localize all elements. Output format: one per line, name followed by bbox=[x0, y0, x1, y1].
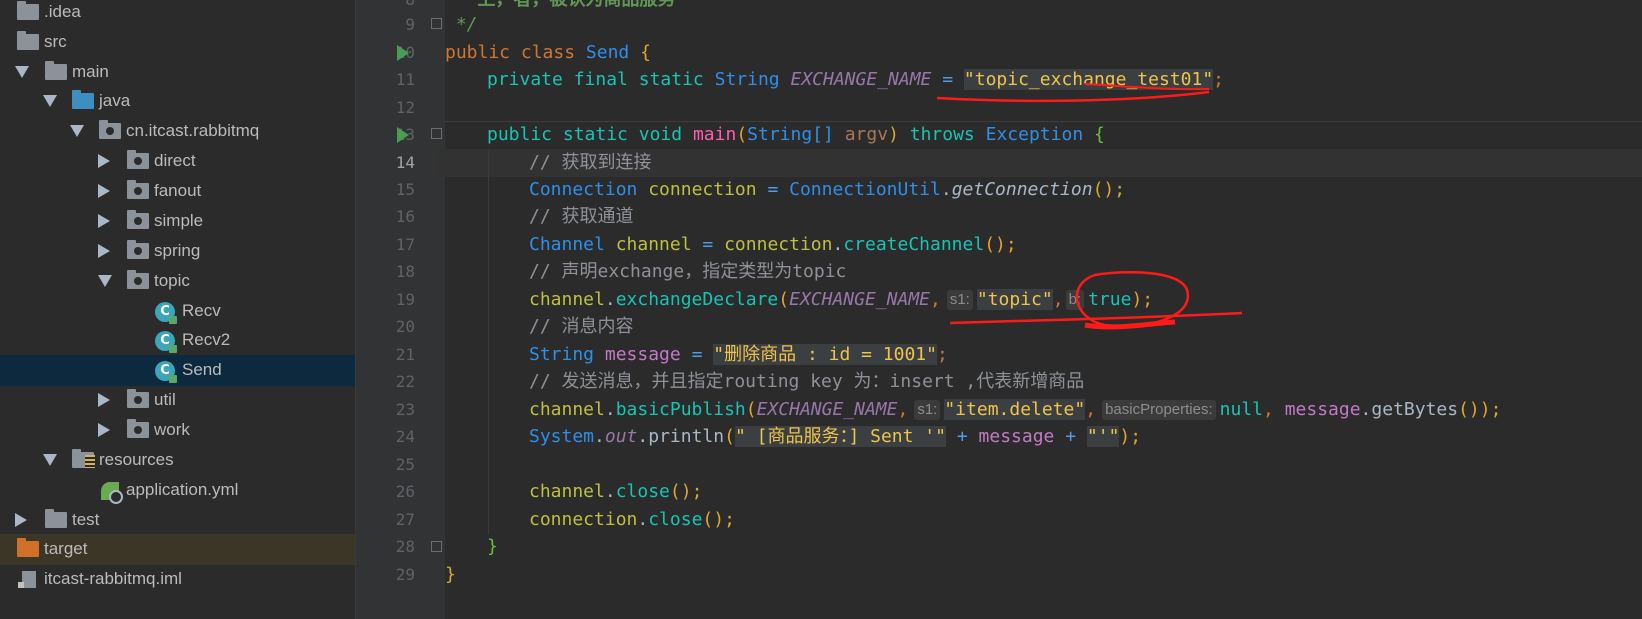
code-line-24: System.out.println(" [商品服务：] Sent '" + m… bbox=[529, 426, 1142, 447]
param-hint: s1: bbox=[946, 290, 973, 310]
line-number: 28 bbox=[395, 537, 415, 556]
code-line-14: // 获取到连接 bbox=[529, 152, 652, 173]
param-hint: s1: bbox=[914, 400, 941, 420]
line-number: 10 bbox=[395, 43, 415, 62]
code-line-21: String message = "删除商品 : id = 1001"; bbox=[529, 344, 948, 365]
line-number: 19 bbox=[395, 290, 415, 309]
code-editor[interactable]: 上，者，被认为商品服务 */ public class Send { priva… bbox=[437, 0, 1642, 619]
line-number: 21 bbox=[395, 345, 415, 364]
code-line-11: private final static String EXCHANGE_NAM… bbox=[487, 69, 1224, 90]
code-line-28: } bbox=[487, 536, 498, 557]
line-number: 20 bbox=[395, 317, 415, 336]
line-number: 29 bbox=[395, 565, 415, 584]
run-main-icon[interactable] bbox=[397, 127, 409, 143]
line-number-current: 14 bbox=[395, 153, 415, 172]
param-hint: basicProperties: bbox=[1102, 400, 1216, 420]
fold-marker-icon[interactable] bbox=[431, 18, 442, 29]
run-class-icon[interactable] bbox=[397, 45, 409, 61]
line-number: 27 bbox=[395, 510, 415, 529]
line-number: 12 bbox=[395, 98, 415, 117]
code-line-13: public static void main(String[] argv) t… bbox=[487, 124, 1105, 145]
line-number: 15 bbox=[395, 180, 415, 199]
code-line-15: Connection connection = ConnectionUtil.g… bbox=[529, 179, 1126, 200]
code-line-9: */ bbox=[445, 14, 478, 35]
code-line-23: channel.basicPublish(EXCHANGE_NAME, s1: "i… bbox=[529, 399, 1502, 420]
code-line-26: channel.close(); bbox=[529, 481, 703, 502]
line-number: 23 bbox=[395, 400, 415, 419]
indent-guide bbox=[488, 150, 489, 534]
code-line-10: public class Send { bbox=[445, 42, 651, 63]
line-number: 22 bbox=[395, 372, 415, 391]
line-number: 26 bbox=[395, 482, 415, 501]
code-line-19: channel.exchangeDeclare(EXCHANGE_NAME, s1… bbox=[529, 289, 1154, 310]
code-line-27: connection.close(); bbox=[529, 509, 735, 530]
chevron-down-icon[interactable] bbox=[15, 66, 29, 78]
line-number: 13 bbox=[395, 125, 415, 144]
fold-marker-icon[interactable] bbox=[431, 128, 442, 139]
line-number: 16 bbox=[395, 207, 415, 226]
param-hint: b: bbox=[1065, 290, 1085, 310]
code-line-20: // 消息内容 bbox=[529, 316, 634, 337]
line-number: 18 bbox=[395, 262, 415, 281]
code-line-18: // 声明exchange，指定类型为topic bbox=[529, 261, 847, 282]
code-line-8: 上，者，被认为商品服务 bbox=[445, 0, 676, 14]
code-line-22: // 发送消息，并且指定routing key 为：insert ,代表新增商品 bbox=[529, 371, 1085, 392]
line-number: 24 bbox=[395, 427, 415, 446]
code-line-17: Channel channel = connection.createChann… bbox=[529, 234, 1017, 255]
line-number: 11 bbox=[395, 70, 415, 89]
line-number: 17 bbox=[395, 235, 415, 254]
chevron-right-icon[interactable] bbox=[15, 513, 27, 527]
code-line-29: } bbox=[445, 564, 456, 585]
fold-marker-icon[interactable] bbox=[431, 541, 442, 552]
underline-annotation bbox=[949, 311, 1243, 325]
code-line-16: // 获取通道 bbox=[529, 206, 634, 227]
editor-gutter: 8 9 10 11 12 13 14 15 16 17 18 19 20 21 … bbox=[371, 0, 445, 619]
line-number: 25 bbox=[395, 455, 415, 474]
line-number: 9 bbox=[405, 15, 415, 34]
underline-annotation bbox=[1084, 319, 1176, 330]
